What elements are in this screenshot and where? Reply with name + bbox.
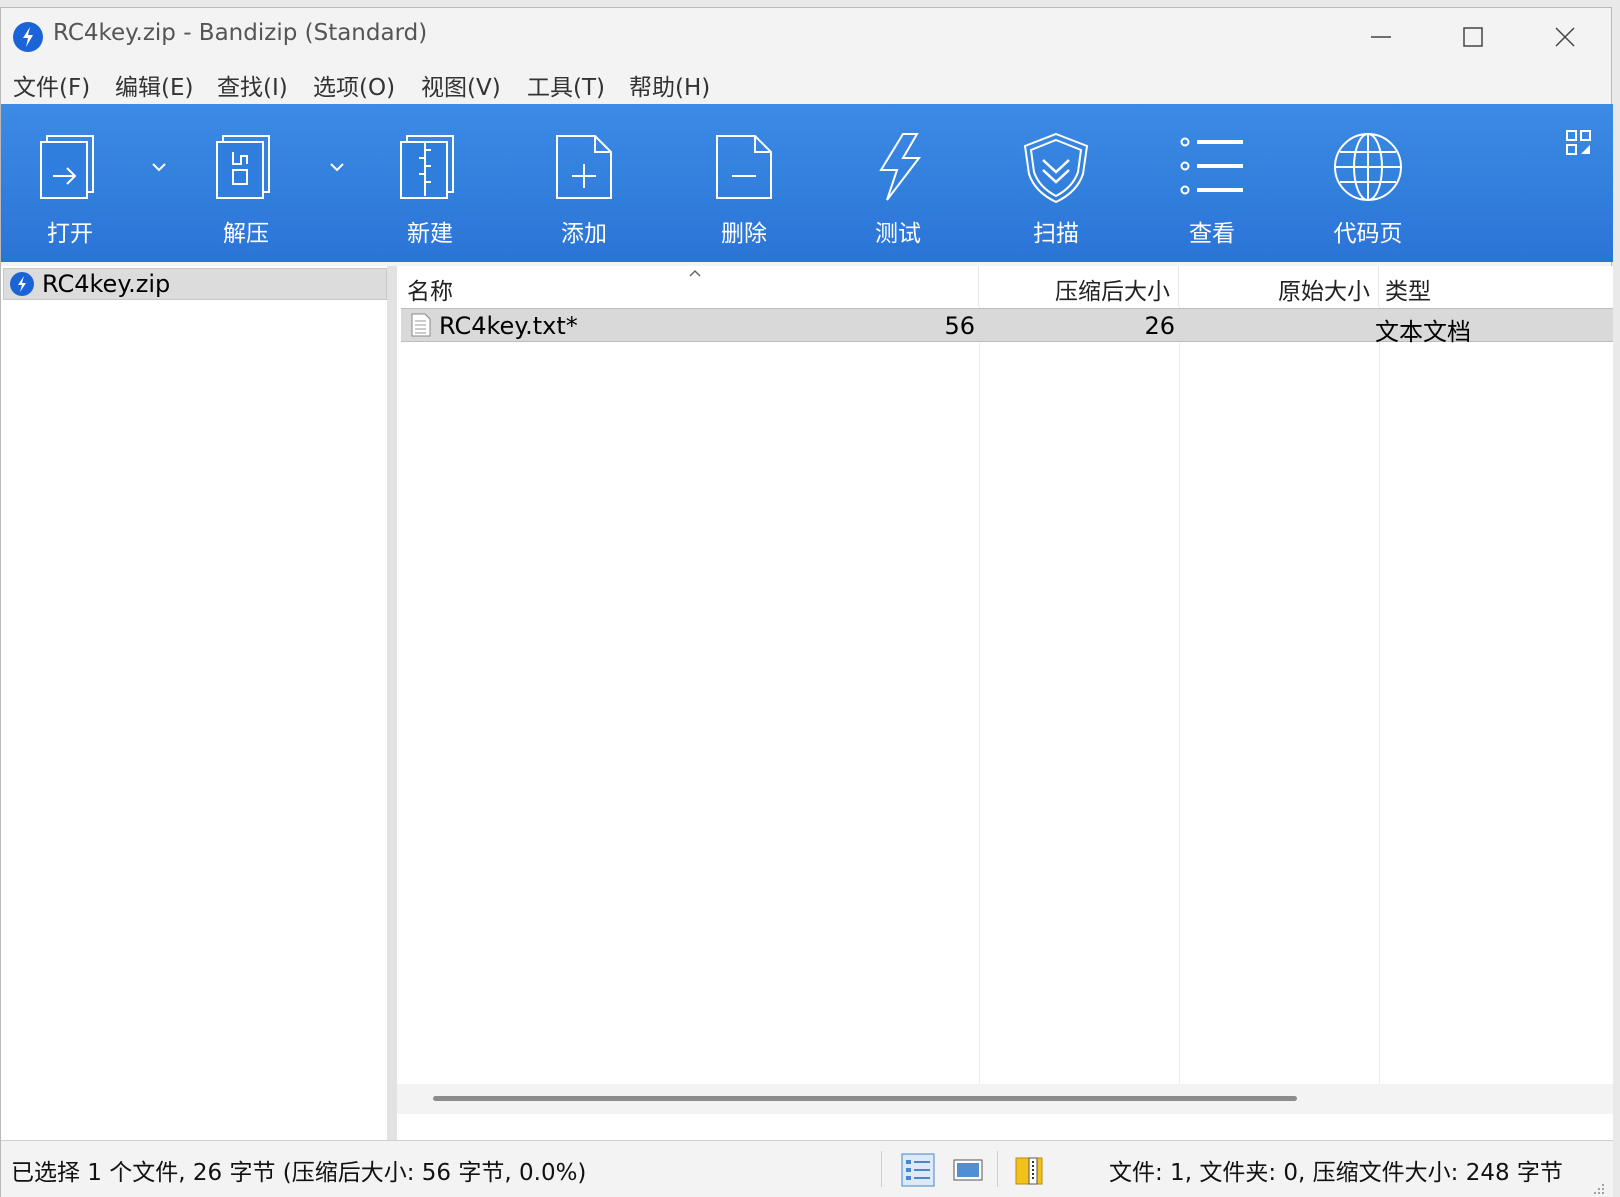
scan-button[interactable]: 扫描	[1001, 130, 1111, 254]
codepage-label: 代码页	[1333, 221, 1403, 247]
archive-summary: 文件: 1, 文件夹: 0, 压缩文件大小: 248 字节	[1109, 1160, 1563, 1186]
text-file-icon	[411, 313, 431, 337]
delete-label: 删除	[721, 221, 767, 247]
open-button[interactable]: 打开	[15, 130, 125, 254]
title-bar: RC4key.zip - Bandizip (Standard)	[1, 8, 1611, 64]
pane-splitter[interactable]	[387, 266, 397, 1142]
cell-name: RC4key.txt*	[439, 312, 578, 340]
column-header-name[interactable]: 名称	[397, 266, 979, 306]
add-file-icon	[556, 135, 612, 199]
globe-icon	[1334, 133, 1402, 201]
preview-pane-icon[interactable]	[951, 1153, 985, 1187]
tree-item-label: RC4key.zip	[42, 270, 171, 298]
menu-find[interactable]: 查找(I)	[217, 68, 288, 102]
close-button[interactable]	[1541, 16, 1587, 56]
details-view-icon[interactable]	[901, 1153, 935, 1187]
shield-icon	[1023, 132, 1089, 204]
open-icon	[40, 135, 94, 199]
extract-dropdown-chevron-icon[interactable]	[327, 160, 347, 174]
tree-item-archive[interactable]: RC4key.zip	[3, 268, 387, 300]
menu-bar: 文件(F) 编辑(E) 查找(I) 选项(O) 视图(V) 工具(T) 帮助(H…	[1, 64, 1611, 104]
column-header-type[interactable]: 类型	[1379, 266, 1613, 306]
add-label: 添加	[561, 221, 607, 247]
sort-ascending-icon	[689, 269, 701, 277]
column-divider	[979, 306, 980, 1096]
status-divider	[997, 1151, 998, 1187]
delete-button[interactable]: 删除	[689, 130, 799, 254]
menu-view[interactable]: 视图(V)	[421, 68, 501, 102]
view-button[interactable]: 查看	[1157, 130, 1267, 254]
scrollbar-thumb[interactable]	[433, 1096, 1297, 1101]
new-label: 新建	[407, 221, 453, 247]
open-label: 打开	[47, 221, 93, 247]
bandizip-window: RC4key.zip - Bandizip (Standard) 文件(F) 编…	[0, 7, 1613, 1197]
scan-label: 扫描	[1033, 221, 1079, 247]
codepage-button[interactable]: 代码页	[1313, 130, 1423, 254]
cell-compressed: 56	[944, 312, 975, 340]
column-header-compressed[interactable]: 压缩后大小	[979, 266, 1179, 306]
column-header-name-label: 名称	[407, 279, 453, 305]
toolbar: 打开 解压 新建 添加 删除 测试 扫描 查看 代码页	[1, 104, 1613, 262]
file-list: 名称 压缩后大小 原始大小 类型 RC4key.txt* 56 26 文本文档	[397, 266, 1613, 1142]
extract-icon	[216, 135, 270, 199]
selection-status: 已选择 1 个文件, 26 字节 (压缩后大小: 56 字节, 0.0%)	[11, 1160, 587, 1186]
bandizip-logo-icon	[13, 22, 43, 52]
layout-grid-icon[interactable]	[1566, 130, 1592, 156]
column-divider	[1179, 306, 1180, 1096]
new-button[interactable]: 新建	[375, 130, 485, 254]
cell-original: 26	[1144, 312, 1175, 340]
minimize-button[interactable]	[1357, 16, 1403, 56]
archive-folder-icon[interactable]	[1013, 1153, 1047, 1187]
view-label: 查看	[1189, 221, 1235, 247]
menu-options[interactable]: 选项(O)	[313, 68, 395, 102]
folder-tree: RC4key.zip	[1, 266, 387, 1142]
delete-file-icon	[716, 135, 772, 199]
lightning-icon	[879, 133, 922, 201]
status-bar: 已选择 1 个文件, 26 字节 (压缩后大小: 56 字节, 0.0%) 文件…	[1, 1140, 1613, 1197]
column-header-original[interactable]: 原始大小	[1179, 266, 1379, 306]
menu-help[interactable]: 帮助(H)	[629, 68, 710, 102]
column-header-compressed-label: 压缩后大小	[1055, 279, 1170, 305]
open-dropdown-chevron-icon[interactable]	[149, 160, 169, 174]
menu-edit[interactable]: 编辑(E)	[115, 68, 193, 102]
menu-file[interactable]: 文件(F)	[13, 68, 90, 102]
column-header-type-label: 类型	[1385, 279, 1431, 305]
cell-type: 文本文档	[1375, 318, 1471, 346]
maximize-button[interactable]	[1449, 16, 1495, 56]
column-header-original-label: 原始大小	[1278, 279, 1370, 305]
column-divider	[1379, 306, 1380, 1096]
horizontal-scrollbar[interactable]	[397, 1084, 1613, 1114]
status-divider	[881, 1151, 882, 1187]
list-view-icon	[1180, 137, 1243, 195]
test-button[interactable]: 测试	[843, 130, 953, 254]
resize-grip-icon[interactable]	[1591, 1181, 1605, 1195]
bandizip-archive-icon	[10, 272, 34, 296]
table-row[interactable]: RC4key.txt* 56 26 文本文档	[401, 308, 1613, 346]
extract-label: 解压	[223, 221, 269, 247]
menu-tools[interactable]: 工具(T)	[527, 68, 605, 102]
window-title: RC4key.zip - Bandizip (Standard)	[53, 20, 428, 46]
add-button[interactable]: 添加	[529, 130, 639, 254]
test-label: 测试	[875, 221, 921, 247]
new-archive-icon	[400, 135, 454, 199]
extract-button[interactable]: 解压	[191, 130, 301, 254]
